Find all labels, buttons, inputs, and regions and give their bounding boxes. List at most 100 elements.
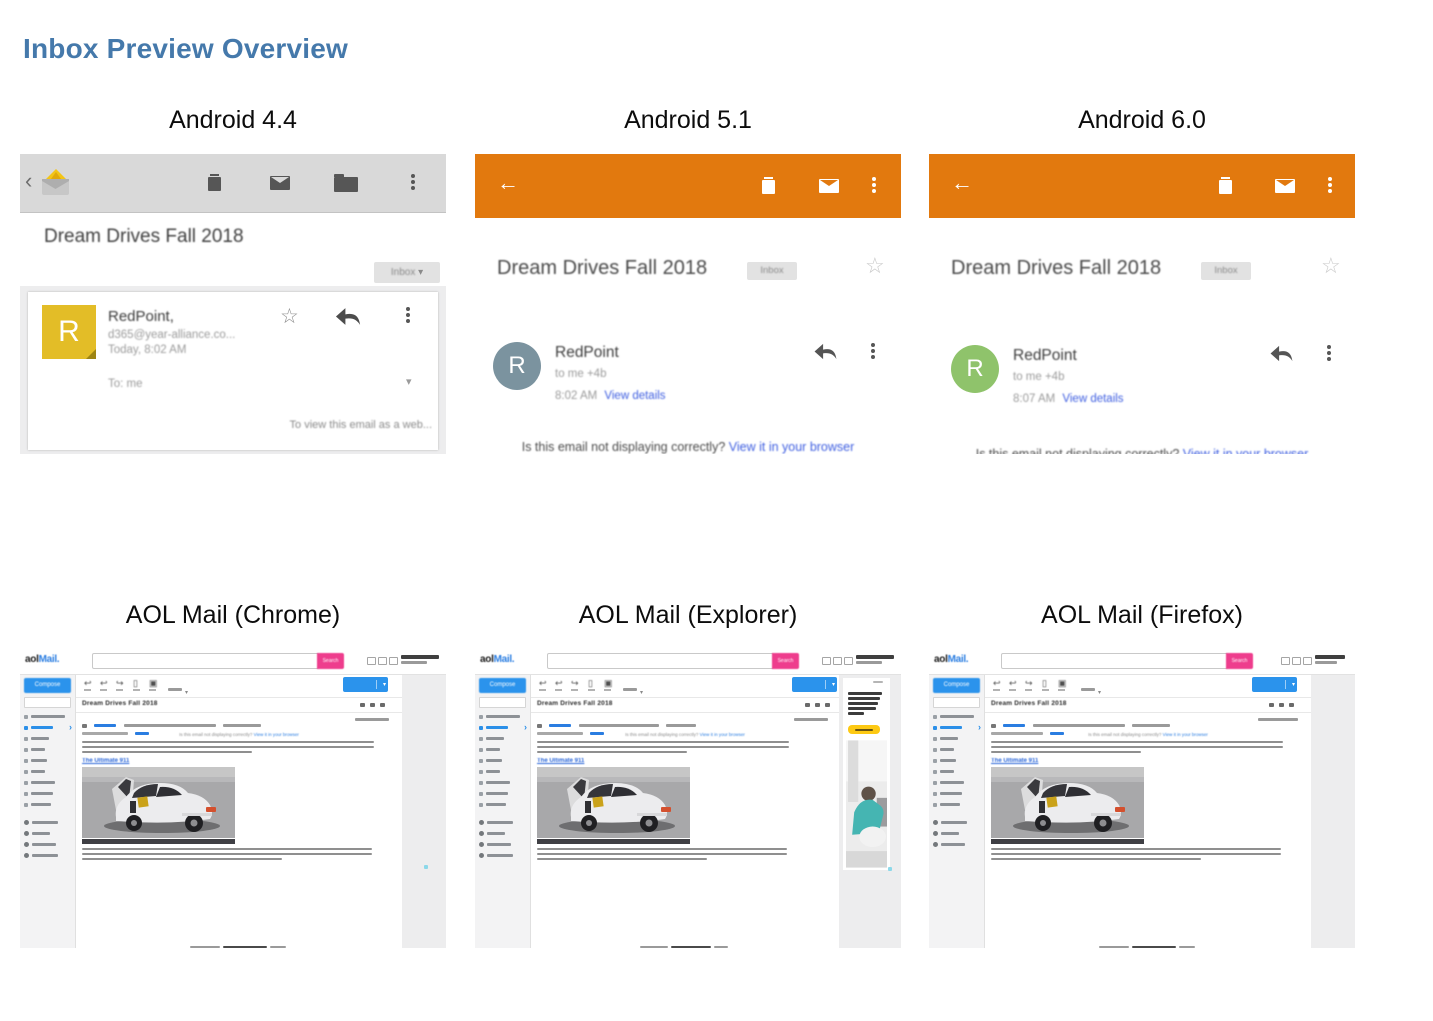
back-icon[interactable]: ‹ <box>25 168 32 194</box>
forward-icon[interactable]: ↪ <box>116 679 124 688</box>
more-options-icon[interactable] <box>380 703 385 707</box>
spam-icon[interactable]: ▣ <box>1058 679 1067 688</box>
search-button[interactable]: Search <box>772 653 799 669</box>
sidebar-extra-2[interactable] <box>479 828 529 839</box>
sidebar-item-drafts[interactable] <box>24 733 74 744</box>
search-input[interactable] <box>547 653 774 669</box>
delete-icon[interactable] <box>762 177 775 194</box>
view-in-browser-link[interactable]: View it in your browser <box>1183 447 1309 454</box>
sidebar-item-spam[interactable] <box>24 755 74 766</box>
settings-icon[interactable] <box>1292 657 1301 665</box>
account-menu[interactable] <box>401 655 442 664</box>
folder-chip[interactable]: Inbox <box>747 262 797 280</box>
account-menu[interactable] <box>1315 655 1348 664</box>
folder-chip[interactable]: Inbox <box>1201 262 1251 280</box>
sidebar-extra-3[interactable] <box>479 839 529 850</box>
preview-android-51[interactable]: ← Dream Drives Fall 2018 Inbox ☆ R RedPo… <box>475 154 901 454</box>
star-icon[interactable]: ☆ <box>865 255 885 276</box>
search-input[interactable] <box>1001 653 1228 669</box>
sidebar-extra-3[interactable] <box>933 839 983 850</box>
sidebar-item-trash[interactable] <box>479 766 529 777</box>
view-in-browser-link[interactable]: View it in your browser <box>1163 732 1208 737</box>
sidebar-item-drafts[interactable] <box>479 733 529 744</box>
sidebar-extra-2[interactable] <box>933 828 983 839</box>
preview-aol-chrome[interactable]: aolMail. Search Compose › <box>20 648 446 948</box>
print-icon[interactable] <box>1269 703 1274 707</box>
sidebar-item-spam[interactable] <box>933 755 983 766</box>
home-icon[interactable] <box>822 657 831 665</box>
search-input[interactable] <box>92 653 319 669</box>
sidebar-item-calendar[interactable] <box>479 788 529 799</box>
forward-icon[interactable]: ↪ <box>1025 679 1033 688</box>
view-as-web-link[interactable]: To view this email as a web... <box>290 419 432 431</box>
sidebar-item-inbox[interactable]: › <box>933 722 983 733</box>
overflow-menu-icon[interactable] <box>1327 345 1331 349</box>
sidebar-extra-1[interactable] <box>24 817 74 828</box>
reply-icon[interactable]: ↩ <box>993 679 1001 688</box>
delete-icon[interactable] <box>1219 177 1232 194</box>
settings-icon[interactable] <box>833 657 842 665</box>
more-options-icon[interactable] <box>825 703 830 707</box>
reply-all-icon[interactable]: ↩ <box>1009 679 1017 688</box>
flag-icon[interactable] <box>815 703 820 707</box>
delete-icon[interactable] <box>208 174 221 191</box>
overflow-menu-icon[interactable] <box>406 307 410 311</box>
view-in-browser-link[interactable]: View it in your browser <box>729 440 855 454</box>
delete-icon[interactable]: ▯ <box>588 679 593 688</box>
sidebar-item-inbox[interactable]: › <box>479 722 529 733</box>
back-icon[interactable]: ← <box>497 170 519 196</box>
sidebar-search[interactable] <box>479 697 526 708</box>
sidebar-extra-3[interactable] <box>24 839 74 850</box>
compose-button[interactable]: Compose <box>479 678 526 693</box>
delete-icon[interactable]: ▯ <box>133 679 138 688</box>
sidebar-item-calendar[interactable] <box>933 788 983 799</box>
sidebar-extra-4[interactable] <box>24 850 74 861</box>
sidebar-extra-1[interactable] <box>479 817 529 828</box>
reply-icon[interactable]: ↩ <box>539 679 547 688</box>
flag-icon[interactable] <box>1279 703 1284 707</box>
home-icon[interactable] <box>367 657 376 665</box>
sidebar-item-drafts[interactable] <box>933 733 983 744</box>
sender-avatar[interactable]: R <box>951 345 999 393</box>
view-in-browser-line[interactable]: Is this email not displaying correctly? … <box>531 732 839 737</box>
sidebar-item-sent[interactable] <box>24 744 74 755</box>
sidebar-extra-2[interactable] <box>24 828 74 839</box>
spam-icon[interactable]: ▣ <box>149 679 158 688</box>
view-in-browser-link[interactable]: View it in your browser <box>254 732 299 737</box>
folder-chip[interactable]: Inbox ▾ <box>374 262 440 283</box>
sidebar-item-contacts[interactable] <box>24 777 74 788</box>
forward-icon[interactable]: ↪ <box>571 679 579 688</box>
preview-aol-firefox[interactable]: aolMail. Search Compose › <box>929 648 1355 948</box>
more-options-icon[interactable] <box>1289 703 1294 707</box>
article-heading-link[interactable]: The Ultimate 911 <box>82 758 129 764</box>
apps-icon[interactable] <box>389 657 398 665</box>
sidebar-item-calendar[interactable] <box>24 788 74 799</box>
sidebar-item-sent[interactable] <box>479 744 529 755</box>
apps-icon[interactable] <box>1303 657 1312 665</box>
reply-all-icon[interactable]: ↩ <box>100 679 108 688</box>
primary-action-button[interactable]: ▾ <box>1252 677 1297 692</box>
overflow-menu-icon[interactable] <box>1328 177 1332 181</box>
view-in-browser-line[interactable]: Is this email not displaying correctly? … <box>985 732 1311 737</box>
primary-action-button[interactable]: ▾ <box>792 677 837 692</box>
mark-unread-icon[interactable] <box>1275 179 1295 193</box>
ad-cta-button[interactable] <box>848 725 880 734</box>
overflow-menu-icon[interactable] <box>872 177 876 181</box>
sidebar-search[interactable] <box>24 697 71 708</box>
sidebar-item-trash[interactable] <box>24 766 74 777</box>
reply-icon[interactable] <box>334 306 361 327</box>
sidebar-extra-4[interactable] <box>479 850 529 861</box>
apps-icon[interactable] <box>844 657 853 665</box>
overflow-menu-icon[interactable] <box>411 174 415 178</box>
preview-android-60[interactable]: ← Dream Drives Fall 2018 Inbox ☆ R RedPo… <box>929 154 1355 454</box>
sidebar-item-inbox[interactable]: › <box>24 722 74 733</box>
search-button[interactable]: Search <box>1226 653 1253 669</box>
sender-avatar[interactable]: R <box>42 305 96 359</box>
flag-icon[interactable] <box>370 703 375 707</box>
primary-action-button[interactable]: ▾ <box>343 677 388 692</box>
sidebar-item-today[interactable] <box>24 711 74 722</box>
account-menu[interactable] <box>856 655 897 664</box>
spam-icon[interactable]: ▣ <box>604 679 613 688</box>
mail-app-icon[interactable] <box>38 167 74 197</box>
delete-icon[interactable]: ▯ <box>1042 679 1047 688</box>
